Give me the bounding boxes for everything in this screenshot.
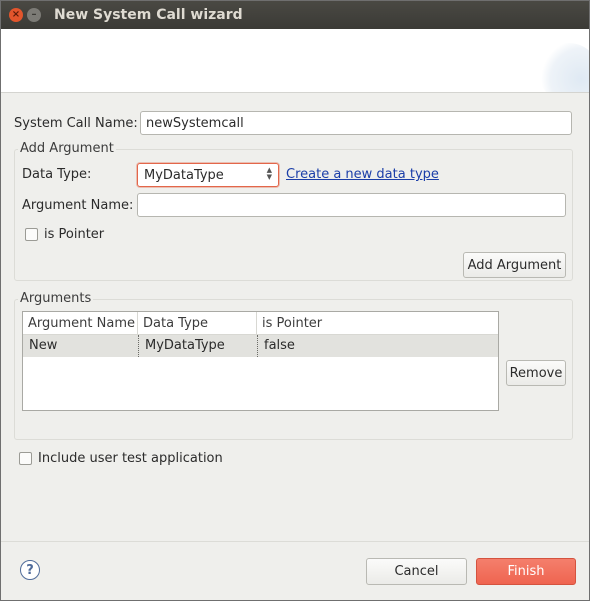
spinner-arrows-icon: ▲ ▼ <box>266 166 272 181</box>
is-pointer-label: is Pointer <box>44 227 105 242</box>
data-type-label: Data Type: <box>22 167 92 182</box>
close-icon: × <box>11 9 21 20</box>
help-glyph: ? <box>26 562 34 578</box>
column-header-data-type[interactable]: Data Type <box>138 312 257 335</box>
arguments-table[interactable]: Argument Name Data Type is Pointer New M… <box>22 311 499 411</box>
table-row[interactable]: New MyDataType false <box>23 335 498 357</box>
column-header-is-pointer[interactable]: is Pointer <box>257 312 498 335</box>
cancel-button[interactable]: Cancel <box>366 558 467 585</box>
finish-button[interactable]: Finish <box>476 558 576 585</box>
column-header-argument-name[interactable]: Argument Name <box>23 312 138 335</box>
create-data-type-link[interactable]: Create a new data type <box>286 167 439 182</box>
cell-argument-name: New <box>29 338 58 353</box>
cell-data-type: MyDataType <box>138 335 257 357</box>
close-window-button[interactable]: × <box>9 8 23 22</box>
footer-separator <box>1 541 589 542</box>
wizard-window: × – New System Call wizard System Call N… <box>0 0 590 601</box>
include-test-label: Include user test application <box>38 451 223 466</box>
help-icon[interactable]: ? <box>20 560 40 580</box>
system-call-name-label: System Call Name: <box>14 116 138 131</box>
title-bar: × – New System Call wizard <box>1 1 589 29</box>
data-type-selected-value: MyDataType <box>144 167 224 183</box>
argument-name-label: Argument Name: <box>22 198 134 213</box>
minimize-icon: – <box>31 9 37 20</box>
add-argument-button[interactable]: Add Argument <box>463 252 566 278</box>
minimize-window-button[interactable]: – <box>27 8 41 22</box>
argument-name-input[interactable] <box>137 193 566 217</box>
arguments-group-title: Arguments <box>18 291 94 306</box>
table-header: Argument Name Data Type is Pointer <box>23 312 498 335</box>
wizard-banner <box>1 29 589 93</box>
data-type-combo[interactable]: MyDataType ▲ ▼ <box>137 163 279 187</box>
remove-button[interactable]: Remove <box>506 360 566 386</box>
add-argument-group-title: Add Argument <box>18 141 116 156</box>
window-title: New System Call wizard <box>54 7 243 23</box>
is-pointer-checkbox[interactable] <box>25 228 38 241</box>
cell-is-pointer: false <box>257 335 498 357</box>
include-test-checkbox[interactable] <box>19 452 32 465</box>
banner-decoration-icon <box>539 43 589 92</box>
system-call-name-input[interactable] <box>140 111 572 135</box>
